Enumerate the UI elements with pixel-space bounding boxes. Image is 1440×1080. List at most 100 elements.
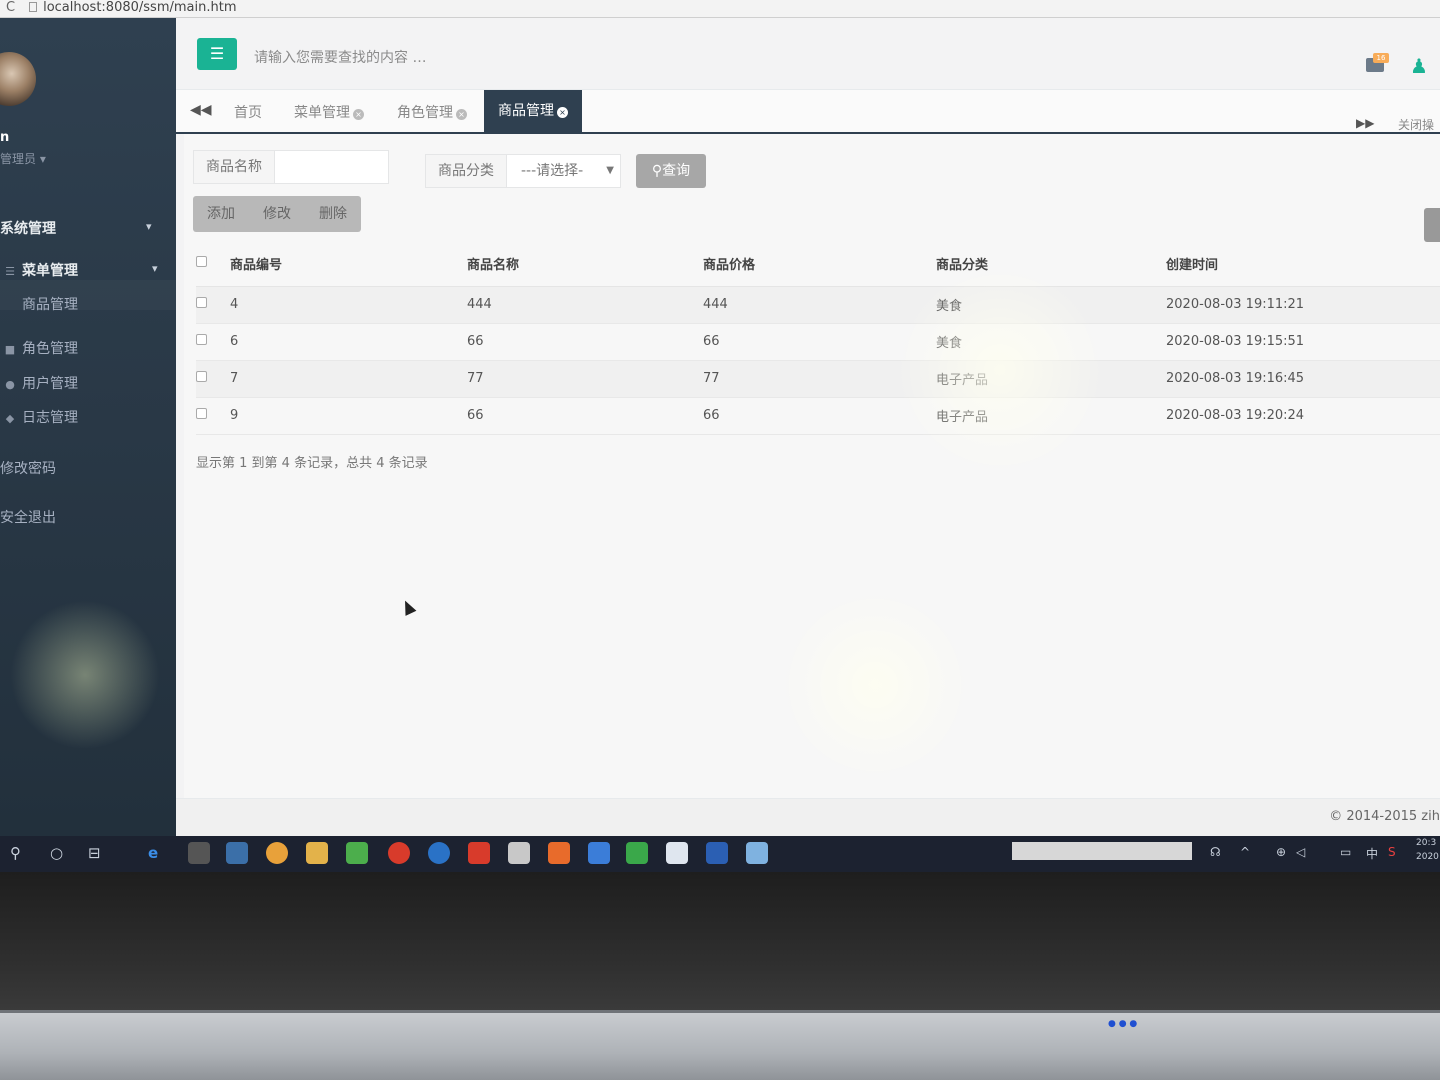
sidebar-item-logs[interactable]: ◆ 日志管理: [4, 407, 78, 427]
tray-chevron-up-icon[interactable]: ^: [1240, 845, 1250, 859]
store-icon[interactable]: [508, 842, 530, 864]
sidebar-item-users[interactable]: ● 用户管理: [4, 373, 78, 393]
tab-menu-management[interactable]: 菜单管理 ×: [294, 102, 364, 122]
column-header-price[interactable]: 商品价格: [703, 242, 936, 287]
close-tabs-menu[interactable]: 关闭操: [1398, 116, 1434, 133]
search-icon[interactable]: ⚲: [10, 844, 21, 862]
cell-id: 7: [230, 360, 467, 398]
select-all-checkbox[interactable]: [196, 256, 207, 268]
category-select[interactable]: ---请选择-: [507, 163, 583, 179]
tab-scroll-left-icon[interactable]: ◀◀: [190, 102, 212, 118]
sidebar-item-roles[interactable]: ■ 角色管理: [4, 338, 78, 358]
ime-indicator[interactable]: 中: [1366, 845, 1378, 862]
sidebar-item-change-password[interactable]: 修改密码: [0, 458, 56, 478]
row-checkbox[interactable]: [196, 334, 207, 345]
category-filter[interactable]: 商品分类 ---请选择- ▼: [425, 154, 621, 188]
app-icon[interactable]: [746, 842, 768, 864]
table-row[interactable]: 9 66 66 电子产品 2020-08-03 19:20:24: [196, 397, 1440, 435]
top-bar: ☰ 请输入您需要查找的内容 … 16 ♟: [176, 18, 1440, 90]
word-icon[interactable]: [706, 842, 728, 864]
app-icon[interactable]: [468, 842, 490, 864]
content-panel: 商品名称 商品分类 ---请选择- ▼ ⚲查询 添加 修改 删除 商品编号 商品名称 商…: [184, 134, 1440, 798]
row-checkbox[interactable]: [196, 297, 207, 308]
app-icon[interactable]: [588, 842, 610, 864]
query-button[interactable]: ⚲查询: [636, 154, 706, 188]
row-checkbox[interactable]: [196, 371, 207, 382]
table-row[interactable]: 4 444 444 美食 2020-08-03 19:11:21: [196, 286, 1440, 324]
tab-role-management[interactable]: 角色管理 ×: [397, 102, 467, 122]
app-icon[interactable]: [188, 842, 210, 864]
sidebar-item-system[interactable]: 系统管理: [0, 218, 56, 238]
keyboard-icon[interactable]: ▭: [1340, 845, 1351, 859]
edit-button[interactable]: 修改: [249, 196, 305, 232]
cell-category: 美食: [936, 323, 1166, 361]
avatar[interactable]: [0, 52, 36, 106]
cell-price: 66: [703, 323, 936, 361]
caret-down-icon: ▼: [606, 165, 614, 176]
table-row[interactable]: 7 77 77 电子产品 2020-08-03 19:16:45: [196, 360, 1440, 398]
app-icon[interactable]: [548, 842, 570, 864]
user-icon: ●: [5, 378, 15, 391]
sidebar-item-logout[interactable]: 安全退出: [0, 507, 56, 527]
user-icon[interactable]: ♟: [1410, 54, 1428, 78]
app-icon[interactable]: [666, 842, 688, 864]
sliders-icon: ☰: [5, 265, 15, 278]
reload-icon[interactable]: C: [6, 0, 15, 15]
chrome-icon[interactable]: [266, 842, 288, 864]
tab-home[interactable]: 首页: [234, 102, 262, 122]
tab-scroll-right-icon[interactable]: ▶▶: [1356, 116, 1374, 130]
task-view-icon[interactable]: ⊟: [88, 844, 101, 862]
row-checkbox[interactable]: [196, 408, 207, 419]
column-header-category[interactable]: 商品分类: [936, 242, 1166, 287]
tab-product-management[interactable]: 商品管理 ×: [484, 90, 582, 132]
sogou-icon[interactable]: S: [1388, 845, 1396, 859]
column-header-id[interactable]: 商品编号: [230, 242, 467, 287]
sidebar-item-label: 用户管理: [22, 376, 78, 392]
close-icon[interactable]: ×: [557, 107, 568, 118]
add-button[interactable]: 添加: [193, 196, 249, 232]
user-name[interactable]: n: [0, 130, 9, 145]
address-url[interactable]: localhost:8080/ssm/main.htm: [43, 0, 236, 15]
column-header-name[interactable]: 商品名称: [467, 242, 703, 287]
group-icon: ■: [4, 343, 16, 356]
address-bar[interactable]: Clocalhost:8080/ssm/main.htm: [0, 0, 1440, 18]
cell-price: 444: [703, 286, 936, 324]
tab-label: 首页: [234, 105, 262, 121]
explorer-icon[interactable]: [306, 842, 328, 864]
product-name-filter[interactable]: 商品名称: [193, 150, 389, 184]
delete-button[interactable]: 删除: [305, 196, 361, 232]
close-icon[interactable]: ×: [353, 109, 364, 120]
menu-toggle-button[interactable]: ☰: [197, 38, 237, 70]
cell-name: 77: [467, 360, 703, 398]
taskbar-clock[interactable]: 20:3 2020: [1416, 836, 1439, 864]
laptop-bezel: [0, 872, 1440, 1010]
cortana-icon[interactable]: ○: [50, 844, 63, 862]
app-icon[interactable]: [626, 842, 648, 864]
table-row[interactable]: 6 66 66 美食 2020-08-03 19:15:51: [196, 323, 1440, 361]
footer: © 2014-2015 zih: [176, 798, 1440, 836]
pagination-summary: 显示第 1 到第 4 条记录，总共 4 条记录: [196, 456, 428, 471]
wechat-icon[interactable]: [346, 842, 368, 864]
cell-price: 77: [703, 360, 936, 398]
taskbar-search-box[interactable]: [1012, 842, 1192, 860]
sidebar: n 管理员 ▾ 系统管理 ▾ ☰ 菜单管理 ▾ 商品管理 ■ 角色管理 ● 用户管理 …: [0, 18, 176, 836]
toolbar-buttons: 添加 修改 删除: [193, 196, 361, 232]
top-search-input[interactable]: 请输入您需要查找的内容 …: [254, 47, 426, 67]
volume-icon[interactable]: ◁: [1296, 845, 1305, 859]
sidebar-item-products[interactable]: 商品管理: [22, 294, 78, 314]
cell-created: 2020-08-03 19:20:24: [1166, 397, 1440, 435]
close-icon[interactable]: ×: [456, 109, 467, 120]
tray-icon[interactable]: ☊: [1210, 845, 1221, 859]
user-role-dropdown[interactable]: 管理员 ▾: [0, 150, 46, 167]
chevron-down-icon: ▾: [152, 262, 158, 275]
product-table: 商品编号 商品名称 商品价格 商品分类 创建时间 4 444 444 美食 20…: [196, 242, 1440, 435]
side-toggle-button[interactable]: [1424, 208, 1440, 242]
app-icon[interactable]: [428, 842, 450, 864]
sidebar-item-menu[interactable]: ☰ 菜单管理: [4, 260, 78, 280]
edge-icon[interactable]: e: [148, 844, 158, 862]
network-icon[interactable]: ⊕: [1276, 845, 1286, 859]
app-icon[interactable]: [226, 842, 248, 864]
netease-music-icon[interactable]: [388, 842, 410, 864]
column-header-created[interactable]: 创建时间: [1166, 242, 1440, 287]
main-area: ☰ 请输入您需要查找的内容 … 16 ♟ ◀◀ 首页 菜单管理 × 角色管理 × 商…: [176, 18, 1440, 836]
